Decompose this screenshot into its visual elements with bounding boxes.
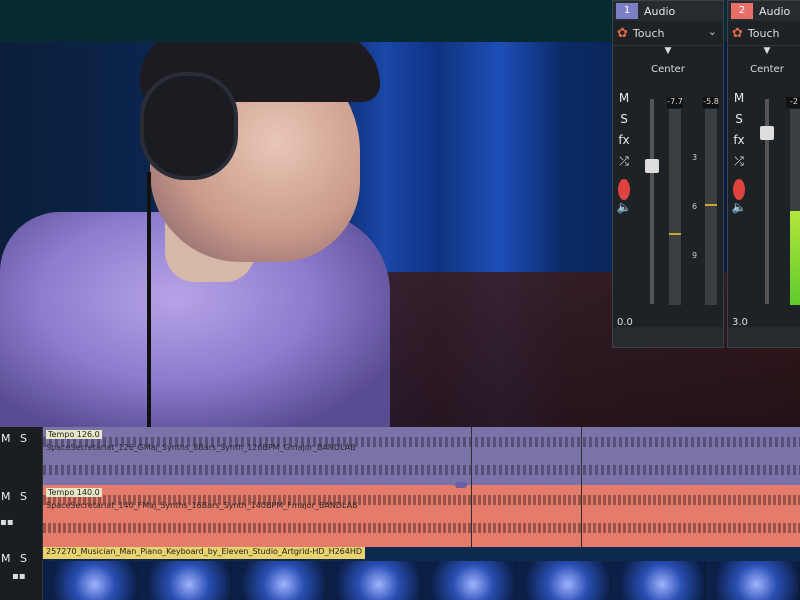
strip-label: Audio [759, 4, 791, 18]
clip-name: SpaceSecretariat_126_GMaj_Synths_8Bars_S… [46, 443, 356, 452]
meter-scale-label: 6 [692, 202, 698, 211]
track-mute-button[interactable]: M [1, 432, 11, 445]
dropdown-arrow-icon[interactable]: ▼ [613, 46, 723, 60]
clip-name: SpaceSecretariat_140_FMaj_Synths_16Bars_… [46, 501, 358, 510]
level-meter-fill [790, 211, 800, 305]
track-header: M S ▪▪ [0, 485, 43, 547]
solo-button[interactable]: S [731, 112, 747, 133]
track-row: M S Tempo 126.0 SpaceSecretariat_126_GMa… [0, 427, 800, 485]
video-thumbnail [43, 561, 138, 600]
mixer-strip-1: 1 Audio ✿ Touch ⌄ ▼ Center M S fx ⤮ 🔈 -7… [612, 0, 724, 348]
tempo-tag: Tempo 140.0 [46, 488, 102, 497]
track-header: M S [0, 427, 43, 485]
split-marker [581, 485, 582, 547]
strip-header: 1 Audio [613, 1, 723, 21]
strip-header: 2 Audio [728, 1, 800, 21]
video-thumbnails [43, 561, 800, 600]
video-thumbnail [705, 561, 800, 600]
gear-icon: ✿ [732, 25, 743, 41]
strip-buttons: M S fx ⤮ 🔈 [616, 91, 632, 221]
video-thumbnail [137, 561, 233, 600]
timeline: M S Tempo 126.0 SpaceSecretariat_126_GMa… [0, 427, 800, 600]
gear-icon: ✿ [617, 25, 628, 41]
strip-footer [728, 327, 800, 347]
automation-mode: Touch [747, 26, 780, 40]
track-solo-button[interactable]: S [20, 490, 27, 503]
track-solo-button[interactable]: S [20, 432, 27, 445]
record-icon [733, 179, 745, 200]
record-icon [618, 179, 630, 200]
split-marker [471, 485, 472, 547]
pan-value[interactable]: Center [613, 60, 723, 80]
pan-value[interactable]: Center [728, 60, 800, 80]
video-thumbnail [232, 561, 327, 600]
waveform [43, 523, 800, 533]
shuffle-icon[interactable]: ⤮ [731, 154, 747, 175]
strip-label: Audio [644, 4, 676, 18]
solo-button[interactable]: S [616, 112, 632, 133]
strip-buttons: M S fx ⤮ 🔈 [731, 91, 747, 221]
waveform [43, 465, 800, 475]
track-number: 2 [731, 3, 753, 19]
track-options-icon[interactable]: ▪▪ [0, 517, 14, 528]
headphones [140, 72, 238, 180]
shuffle-icon[interactable]: ⤮ [616, 154, 632, 175]
video-thumbnail [421, 561, 517, 600]
fx-button[interactable]: fx [731, 133, 747, 154]
video-thumbnail [326, 561, 422, 600]
level-meter-right [705, 109, 717, 305]
level-meter-left [669, 109, 681, 305]
speaker-icon[interactable]: 🔈 [731, 200, 747, 221]
meter-scale-label: 3 [692, 153, 698, 162]
headphone-cable [147, 172, 151, 427]
level-marker [669, 233, 681, 235]
split-marker [471, 427, 472, 485]
automation-mode-select[interactable]: ✿ Touch [728, 21, 800, 46]
track-mute-button[interactable]: M [1, 552, 11, 565]
peak-readout-right: -5.8 [703, 97, 719, 108]
mixer-strip-2: 2 Audio ✿ Touch ▼ Center M S fx ⤮ 🔈 -2 3… [727, 0, 800, 348]
track-solo-button[interactable]: S [20, 552, 27, 565]
strip-footer [613, 327, 723, 347]
automation-mode: Touch [632, 26, 665, 40]
fx-button[interactable]: fx [616, 133, 632, 154]
video-thumbnail [610, 561, 706, 600]
peak-readout: -2 [786, 97, 800, 108]
volume-fader-track[interactable] [650, 99, 654, 304]
track-row: M S ▪▪ Tempo 140.0 SpaceSecretariat_140_… [0, 485, 800, 547]
record-button[interactable] [731, 179, 747, 200]
chevron-down-icon: ⌄ [707, 25, 717, 38]
mute-button[interactable]: M [616, 91, 632, 112]
video-track-icon[interactable]: ▪▪ [12, 571, 26, 582]
video-clip[interactable]: 257270_Musician_Man_Piano_Keyboard_by_El… [43, 547, 800, 600]
volume-fader-knob[interactable] [760, 126, 774, 140]
volume-fader-knob[interactable] [645, 159, 659, 173]
track-number: 1 [616, 3, 638, 19]
audio-clip[interactable]: Tempo 140.0 SpaceSecretariat_140_FMaj_Sy… [43, 485, 800, 547]
dropdown-arrow-icon[interactable]: ▼ [728, 46, 800, 60]
meter-scale-label: 9 [692, 251, 698, 260]
audio-clip[interactable]: Tempo 126.0 SpaceSecretariat_126_GMaj_Sy… [43, 427, 800, 485]
record-button[interactable] [616, 179, 632, 200]
clip-name: 257270_Musician_Man_Piano_Keyboard_by_El… [43, 547, 366, 559]
video-thumbnail [516, 561, 611, 600]
speaker-icon[interactable]: 🔈 [616, 200, 632, 221]
split-marker [581, 427, 582, 485]
level-marker [705, 204, 717, 206]
track-header: M S ▪▪ [0, 547, 43, 600]
automation-mode-select[interactable]: ✿ Touch ⌄ [613, 21, 723, 46]
track-row: M S ▪▪ 257270_Musician_Man_Piano_Keyboar… [0, 547, 800, 600]
track-mute-button[interactable]: M [1, 490, 11, 503]
playhead-handle[interactable] [455, 482, 467, 488]
mute-button[interactable]: M [731, 91, 747, 112]
tempo-tag: Tempo 126.0 [46, 430, 102, 439]
peak-readout-left: -7.7 [667, 97, 683, 108]
